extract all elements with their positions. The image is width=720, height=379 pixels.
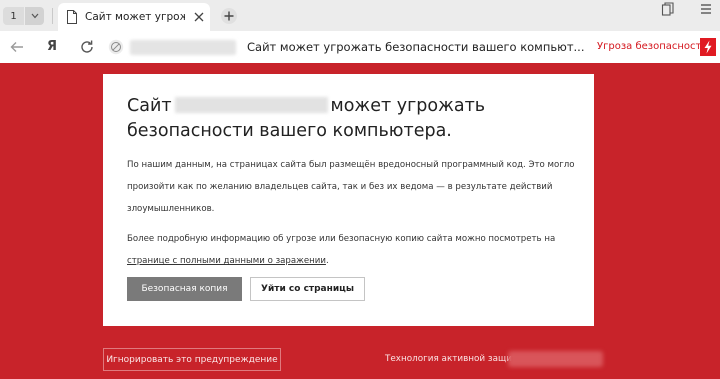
document-icon [67, 10, 77, 24]
blurred-protection-logo [508, 351, 603, 367]
plus-icon[interactable] [220, 7, 238, 25]
yandex-icon[interactable]: Я [44, 39, 60, 55]
warning-card: Сайт может угрожать безопасности вашего к… [103, 74, 594, 326]
tab-separator [52, 8, 53, 24]
warning-paragraph-1: По нашим данным, на страницах сайта был … [127, 160, 575, 214]
tab-active[interactable]: Сайт может угрожать б [58, 3, 210, 31]
tab-strip: 1 Сайт может угрожать б [0, 0, 720, 31]
address-page-title[interactable]: Сайт может угрожать безопасности вашего … [247, 40, 585, 54]
address-bar: Я Сайт может угрожать безопасности вашег… [0, 31, 720, 63]
site-info-icon[interactable] [108, 39, 124, 55]
blurred-url[interactable] [130, 40, 236, 55]
back-arrow-icon[interactable] [9, 39, 25, 55]
threat-label[interactable]: Угроза безопасности [597, 41, 708, 52]
tab-count[interactable]: 1 [3, 7, 24, 25]
warning-heading: Сайт может угрожать безопасности вашего к… [127, 94, 577, 144]
heading-prefix: Сайт [127, 96, 172, 116]
blurred-site-name [174, 97, 328, 113]
close-icon[interactable] [193, 11, 205, 23]
tab-title: Сайт может угрожать б [85, 11, 185, 23]
infection-details-link[interactable]: странице с полными данными о заражении [127, 256, 326, 266]
chevron-down-icon[interactable] [25, 7, 44, 25]
heading-suffix: может угрожать [330, 96, 486, 116]
lightning-icon[interactable] [700, 38, 716, 56]
warning-paragraph-2: Более подробную информацию об угрозе или… [127, 228, 577, 272]
safe-copy-button[interactable]: Безопасная копия [127, 277, 242, 301]
paragraph2-end: . [325, 256, 329, 266]
ignore-warning-button[interactable]: Игнорировать это предупреждение [103, 348, 281, 371]
menu-icon[interactable] [700, 3, 712, 15]
reload-icon[interactable] [79, 39, 95, 55]
bookmarks-icon[interactable] [661, 2, 675, 16]
heading-line2: безопасности вашего компьютера. [127, 121, 452, 141]
tab-counter[interactable]: 1 [3, 7, 45, 25]
paragraph2-text: Более подробную информацию об угрозе или… [127, 234, 556, 244]
leave-page-button[interactable]: Уйти со страницы [250, 277, 365, 301]
active-protection-label[interactable]: Технология активной защиты [385, 354, 524, 364]
